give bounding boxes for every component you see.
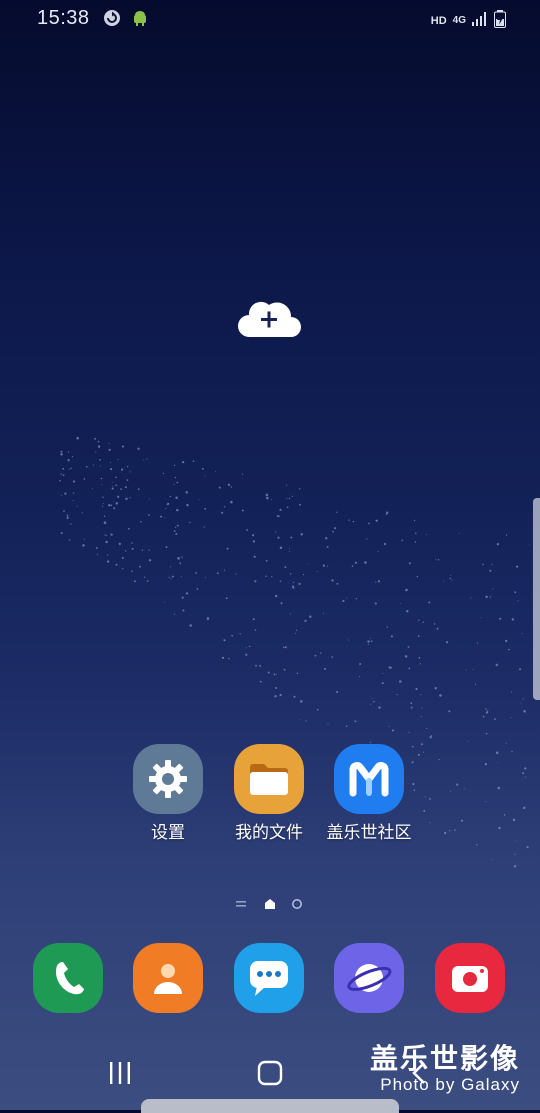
network-label: 4G — [452, 15, 466, 26]
app-label-galaxy-community: 盖乐世社区 — [326, 823, 412, 843]
signal-icon — [472, 12, 488, 29]
hd-label: HD — [430, 14, 447, 27]
edge-panel-handle[interactable] — [533, 498, 540, 700]
watermark-title: 盖乐世影像 — [369, 1042, 520, 1075]
android-debug-icon — [131, 9, 149, 32]
bottom-drawer-handle[interactable] — [141, 1099, 399, 1113]
page-dot-home — [265, 899, 275, 909]
app-settings[interactable]: 设置 — [118, 744, 218, 844]
recents-icon[interactable] — [108, 1060, 132, 1086]
page-dot-minus-one — [236, 901, 246, 907]
folder-icon — [234, 744, 304, 814]
contact-icon[interactable] — [133, 943, 203, 1013]
page-indicator[interactable] — [0, 897, 540, 911]
watermark: 盖乐世影像 Photo by Galaxy — [370, 1037, 520, 1095]
home-icon[interactable] — [256, 1060, 284, 1086]
status-time: 15:38 — [37, 7, 90, 29]
status-bar: 15:38 HD 4G — [0, 0, 540, 38]
sync-icon — [103, 9, 121, 32]
gear-icon — [133, 744, 203, 814]
message-icon[interactable] — [234, 943, 304, 1013]
app-galaxy-community[interactable]: 盖乐世社区 — [319, 744, 419, 844]
phone-icon[interactable] — [33, 943, 103, 1013]
dock — [0, 943, 540, 1015]
add-widget-cloud-icon[interactable] — [235, 297, 303, 341]
page-dot-next — [292, 899, 302, 909]
planet-icon[interactable] — [334, 943, 404, 1013]
battery-charging-icon — [494, 10, 506, 31]
members-icon — [334, 744, 404, 814]
app-label-settings: 设置 — [151, 823, 185, 843]
app-my-files[interactable]: 我的文件 — [219, 744, 319, 844]
watermark-subtitle: Photo by Galaxy — [380, 1075, 520, 1094]
camera-icon[interactable] — [435, 943, 505, 1013]
app-label-my-files: 我的文件 — [235, 823, 303, 843]
